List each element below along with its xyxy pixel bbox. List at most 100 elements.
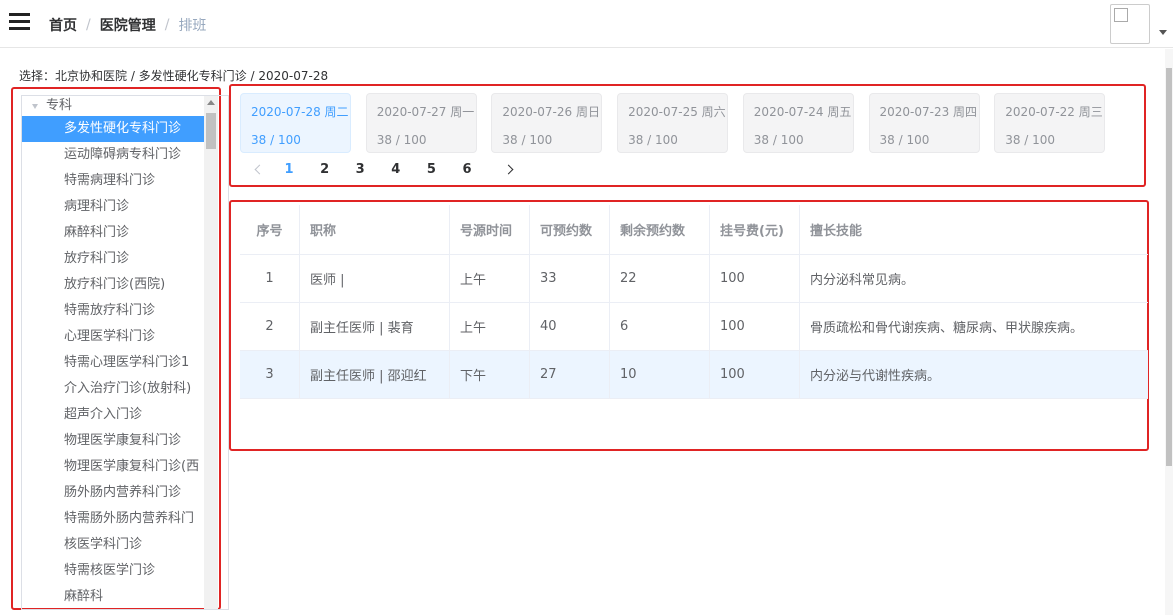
date-card-date: 2020-07-27 周一 [376,105,475,119]
table-cell: 10 [610,351,710,398]
tree-item[interactable]: 核医学科门诊 [22,532,204,558]
date-card[interactable]: 2020-07-22 周三 38 / 100 [994,93,1106,153]
tree-scrollbar-thumb[interactable] [206,113,216,149]
column-header: 擅长技能 [810,224,863,239]
hamburger-menu-icon[interactable] [9,13,30,31]
date-card-date: 2020-07-26 周日 [502,105,600,119]
date-card-date: 2020-07-25 周六 [628,105,726,119]
doctor-schedule-table: 序号 职称 号源时间 可预约数 剩余预约数 挂号费(元) 擅长技能 1 医师 | 上午 33 22 1… [240,205,1148,399]
table-cell: 内分泌与代谢性疾病。 [810,369,941,384]
tree-item[interactable]: 放疗科门诊(西院) [22,272,204,298]
table-cell: 医师 | [300,255,450,302]
page-number[interactable]: 4 [386,160,406,180]
column-header: 号源时间 [450,205,530,254]
breadcrumb-separator: / [86,17,91,33]
schedule-date-panel: 123456 2020-07-28 周二 38 / 100 2020-07-27 周… [229,84,1146,187]
table-cell: 100 [710,303,800,350]
table-row[interactable]: 3 副主任医师 | 邵迎红 下午 27 10 100 内分泌与代谢性疾病。 [240,351,1148,399]
page-number[interactable]: 3 [350,160,370,180]
scroll-up-arrow-icon[interactable] [207,100,215,105]
column-header: 可预约数 [530,205,610,254]
table-cell: 1 [240,255,300,302]
department-tree: 专科 多发性硬化专科门诊 运动障碍病专科门诊 特需病理科门诊 病理科门诊 麻醉科门诊 放疗… [21,95,229,610]
table-cell: 33 [530,255,610,302]
column-header: 职称 [300,205,450,254]
date-card[interactable]: 2020-07-23 周四 38 / 100 [868,93,980,153]
page-number[interactable]: 1 [279,160,299,180]
tree-item[interactable]: 特需放疗科门诊 [22,298,204,324]
department-tree-panel: 专科 多发性硬化专科门诊 运动障碍病专科门诊 特需病理科门诊 病理科门诊 麻醉科门诊 放疗… [11,87,229,610]
tree-item[interactable]: 麻醉科 [22,584,204,609]
tree-item[interactable]: 多发性硬化专科门诊 [22,116,204,142]
date-card-date: 2020-07-28 周二 [251,105,349,119]
selection-path: 选择：北京协和医院 / 多发性硬化专科门诊 / 2020-07-28 [19,69,329,83]
tree-item[interactable]: 运动障碍病专科门诊 [22,142,204,168]
table-cell: 下午 [450,351,530,398]
tree-item[interactable]: 特需心理医学科门诊1 [22,350,204,376]
tree-root-label: 专科 [46,98,73,113]
tree-item[interactable]: 介入治疗门诊(放射科) [22,376,204,402]
department-tree-list: 专科 多发性硬化专科门诊 运动障碍病专科门诊 特需病理科门诊 病理科门诊 麻醉科门诊 放疗… [22,96,204,609]
avatar[interactable] [1110,4,1150,44]
date-card-date: 2020-07-23 周四 [879,105,978,119]
broken-image-icon [1114,8,1128,22]
tree-scrollbar[interactable] [204,96,218,609]
page-number[interactable]: 6 [457,160,477,180]
date-card-date: 2020-07-24 周五 [753,105,852,119]
tree-item[interactable]: 超声介入门诊 [22,402,204,428]
page-number[interactable]: 5 [421,160,441,180]
date-card[interactable]: 2020-07-26 周日 38 / 100 [491,93,603,153]
tree-item[interactable]: 物理医学康复科门诊 [22,428,204,454]
date-card-date: 2020-07-22 周三 [1005,105,1103,119]
date-card-count: 38 / 100 [502,133,553,147]
date-card-count: 38 / 100 [1005,133,1056,147]
tree-item[interactable]: 病理科门诊 [22,194,204,220]
tree-item[interactable]: 特需核医学门诊 [22,558,204,584]
table-cell: 2 [240,303,300,350]
table-cell: 上午 [450,303,530,350]
table-cell: 40 [530,303,610,350]
table-cell: 内分泌科常见病。 [810,273,915,288]
date-card-count: 38 / 100 [376,133,427,147]
date-card-count: 38 / 100 [753,133,804,147]
date-card[interactable]: 2020-07-24 周五 38 / 100 [742,93,854,153]
breadcrumb-schedule: 排班 [178,18,207,34]
tree-item[interactable]: 麻醉科门诊 [22,220,204,246]
date-card-count: 38 / 100 [251,133,301,147]
table-cell: 3 [240,351,300,398]
column-header: 序号 [240,205,300,254]
tree-root-node[interactable]: 专科 [22,96,204,116]
doctor-schedule-panel: 序号 职称 号源时间 可预约数 剩余预约数 挂号费(元) 擅长技能 1 医师 | 上午 33 22 1… [229,200,1149,451]
page-scrollbar[interactable] [1165,49,1173,615]
date-card[interactable]: 2020-07-27 周一 38 / 100 [365,93,477,153]
tree-item[interactable]: 心理医学科门诊 [22,324,204,350]
page-scrollbar-thumb[interactable] [1166,68,1172,466]
tree-item[interactable]: 肠外肠内营养科门诊 [22,480,204,506]
caret-down-icon[interactable] [1159,30,1167,35]
breadcrumb-separator: / [164,17,170,33]
date-card-count: 38 / 100 [879,133,930,147]
table-cell: 骨质疏松和骨代谢疾病、糖尿病、甲状腺疾病。 [810,321,1084,336]
breadcrumb: 首页 / 医院管理 / 排班 [49,15,206,35]
prev-page-arrow-icon[interactable] [251,160,265,180]
column-header: 挂号费(元) [710,205,800,254]
table-row[interactable]: 1 医师 | 上午 33 22 100 内分泌科常见病。 [240,255,1148,303]
date-card[interactable]: 2020-07-28 周二 38 / 100 [240,93,351,153]
date-card[interactable]: 2020-07-25 周六 38 / 100 [617,93,729,153]
page-number[interactable]: 2 [315,160,335,180]
caret-down-icon[interactable] [32,104,38,109]
table-cell: 100 [710,255,800,302]
next-page-arrow-icon[interactable] [503,160,517,180]
breadcrumb-hospital-management[interactable]: 医院管理 [100,15,156,35]
table-header-row: 序号 职称 号源时间 可预约数 剩余预约数 挂号费(元) 擅长技能 [240,205,1148,255]
tree-item[interactable]: 物理医学康复科门诊(西 [22,454,204,480]
tree-item[interactable]: 特需病理科门诊 [22,168,204,194]
table-cell: 27 [530,351,610,398]
tree-item[interactable]: 特需肠外肠内营养科门 [22,506,204,532]
breadcrumb-home[interactable]: 首页 [49,15,77,35]
table-cell: 上午 [450,255,530,302]
tree-item[interactable]: 放疗科门诊 [22,246,204,272]
table-cell: 副主任医师 | 邵迎红 [300,351,450,398]
date-card-count: 38 / 100 [628,133,678,147]
table-row[interactable]: 2 副主任医师 | 裴育 上午 40 6 100 骨质疏松和骨代谢疾病、糖尿病、甲状腺疾病。 [240,303,1148,351]
